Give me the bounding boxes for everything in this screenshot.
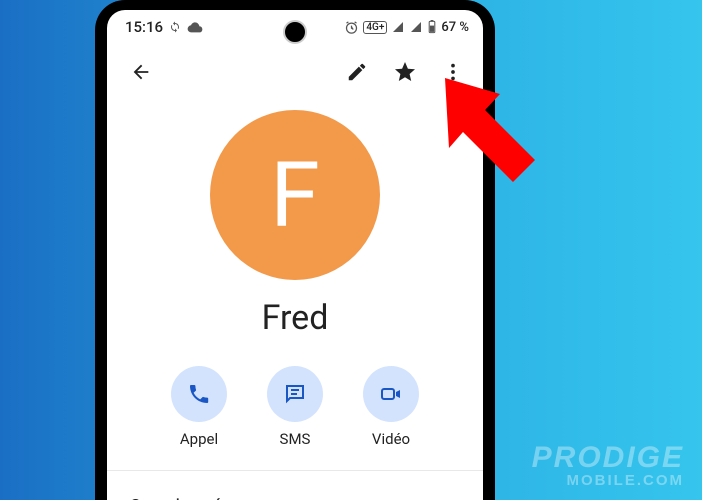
- contact-name: Fred: [262, 298, 329, 338]
- background: 15:16 4G+ 67 %: [0, 0, 702, 500]
- star-icon: [393, 60, 417, 84]
- phone-frame: 15:16 4G+ 67 %: [95, 0, 495, 500]
- edit-button[interactable]: [337, 52, 377, 92]
- camera-punchhole: [283, 20, 307, 44]
- signal-icon-2: [409, 21, 423, 33]
- video-label: Vidéo: [372, 430, 410, 448]
- call-button[interactable]: Appel: [171, 366, 227, 448]
- battery-icon: [427, 20, 437, 34]
- avatar-initial: F: [270, 143, 320, 248]
- watermark-line1: PRODIGE: [532, 443, 684, 473]
- network-type: 4G+: [363, 21, 387, 34]
- call-label: Appel: [180, 430, 218, 448]
- sms-button[interactable]: SMS: [267, 366, 323, 448]
- sync-icon: [169, 21, 181, 33]
- contact-avatar[interactable]: F: [210, 110, 380, 280]
- pencil-icon: [346, 61, 368, 83]
- phone-screen: 15:16 4G+ 67 %: [107, 10, 483, 500]
- more-vert-icon: [442, 61, 464, 83]
- favorite-button[interactable]: [385, 52, 425, 92]
- watermark-line2: MOBILE.COM: [532, 473, 684, 488]
- details-header: Coordonnées: [107, 471, 483, 500]
- back-button[interactable]: [121, 52, 161, 92]
- action-row: Appel SMS Vidéo: [107, 366, 483, 448]
- battery-percent: 67 %: [441, 20, 469, 35]
- contact-header: F Fred: [107, 110, 483, 338]
- app-bar: [107, 40, 483, 100]
- status-time: 15:16: [125, 18, 163, 36]
- signal-icon: [391, 21, 405, 33]
- more-button[interactable]: [433, 52, 473, 92]
- sms-label: SMS: [280, 430, 311, 448]
- cloud-icon: [187, 21, 203, 33]
- arrow-back-icon: [130, 61, 152, 83]
- video-button[interactable]: Vidéo: [363, 366, 419, 448]
- phone-icon: [187, 382, 211, 406]
- watermark: PRODIGE MOBILE.COM: [532, 443, 684, 488]
- message-icon: [283, 382, 307, 406]
- video-icon: [379, 382, 403, 406]
- alarm-icon: [344, 20, 359, 35]
